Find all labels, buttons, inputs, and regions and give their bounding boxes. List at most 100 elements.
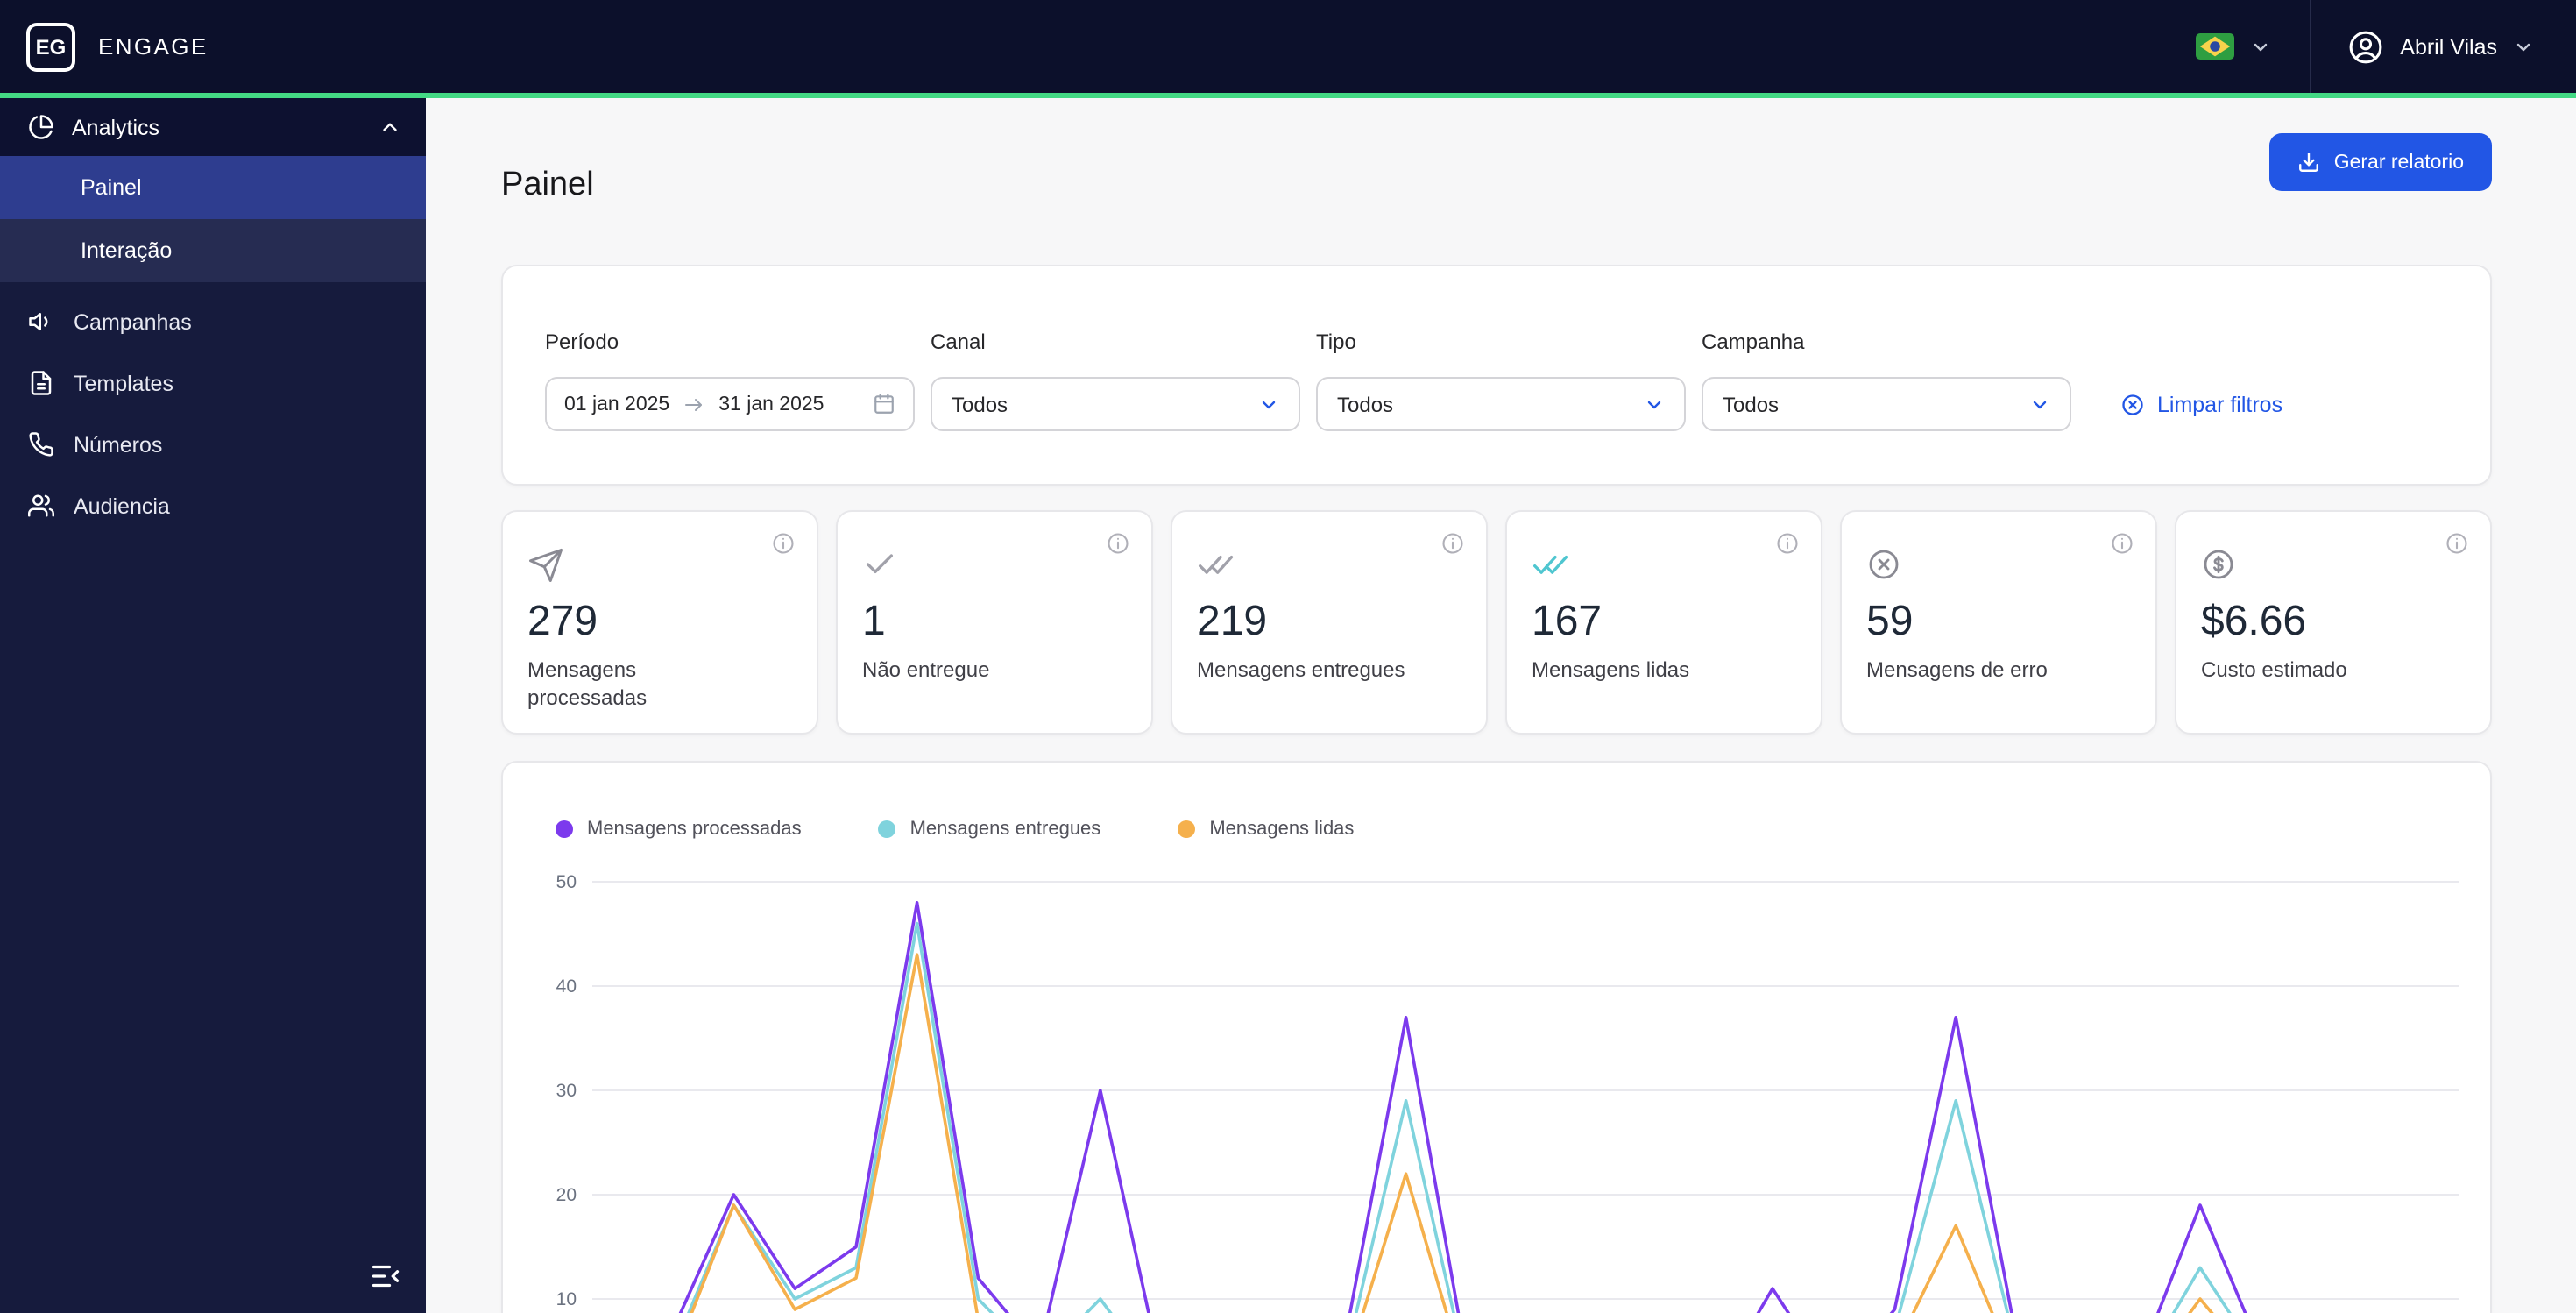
y-axis-tick: 20 (556, 1185, 577, 1205)
chevron-down-icon (1258, 394, 1279, 415)
stats-row: 279 Mensagens processadas 1 Não entregue (501, 510, 2492, 735)
megaphone-icon (28, 309, 54, 335)
stat-label: Mensagens de erro (1866, 657, 2048, 682)
arrow-right-icon (683, 395, 704, 413)
chevron-down-icon (2249, 36, 2270, 57)
stat-label: Não entregue (862, 657, 990, 682)
line-chart: 10 20 30 40 50 (556, 872, 2459, 1313)
y-axis-tick: 30 (556, 1081, 577, 1101)
download-icon (2297, 151, 2320, 174)
filter-label: Período (545, 330, 619, 354)
series-lidas (690, 953, 2214, 1313)
document-icon (28, 370, 54, 396)
sidebar-item-label: Interação (81, 238, 173, 263)
double-check-teal-icon (1532, 547, 1796, 586)
dollar-circle-icon (2201, 547, 2466, 586)
sidebar-item-painel[interactable]: Painel (0, 156, 426, 219)
legend-item-lidas[interactable]: Mensagens lidas (1178, 819, 1354, 840)
date-range-input[interactable]: 01 jan 2025 31 jan 2025 (545, 377, 915, 431)
page-title: Painel (501, 167, 594, 203)
filter-type: Tipo Todos (1316, 330, 1686, 431)
legend-label: Mensagens lidas (1209, 819, 1355, 840)
info-icon[interactable] (1440, 531, 1465, 556)
info-icon[interactable] (1106, 531, 1130, 556)
legend-item-processadas[interactable]: Mensagens processadas (556, 819, 802, 840)
stat-value: 219 (1197, 598, 1268, 645)
filters-card: Período 01 jan 2025 31 jan 2025 Canal To… (501, 265, 2492, 486)
info-icon[interactable] (2445, 531, 2469, 556)
chevron-down-icon (2513, 36, 2534, 57)
sidebar-item-campanhas[interactable]: Campanhas (0, 291, 426, 352)
legend-label: Mensagens entregues (909, 819, 1101, 840)
error-circle-icon (1866, 547, 2131, 586)
sidebar-item-analytics[interactable]: Analytics (0, 98, 426, 156)
sidebar-item-label: Campanhas (74, 309, 192, 334)
type-select[interactable]: Todos (1316, 377, 1686, 431)
stat-card-nao-entregue: 1 Não entregue (836, 510, 1153, 735)
double-check-icon (1197, 547, 1461, 586)
stat-value: 167 (1532, 598, 1603, 645)
legend-label: Mensagens processadas (587, 819, 802, 840)
series-processadas (678, 900, 2247, 1313)
y-axis-tick: 40 (556, 976, 577, 997)
info-icon[interactable] (2110, 531, 2134, 556)
sidebar-item-label: Audiencia (74, 493, 170, 518)
info-icon[interactable] (771, 531, 796, 556)
stat-label: Mensagens processadas (527, 657, 648, 711)
filter-campaign: Campanha Todos (1702, 330, 2071, 431)
filter-period: Período 01 jan 2025 31 jan 2025 (545, 330, 915, 431)
sidebar-item-label: Analytics (72, 115, 160, 139)
date-end: 31 jan 2025 (718, 394, 824, 415)
filter-label: Tipo (1316, 330, 1356, 354)
select-value: Todos (1723, 392, 1780, 416)
select-value: Todos (1337, 392, 1394, 416)
stat-label: Mensagens lidas (1532, 657, 1690, 682)
sidebar-collapse-icon[interactable] (370, 1260, 401, 1292)
stat-value: 59 (1866, 598, 1914, 645)
brazil-flag-icon (2195, 33, 2234, 60)
sidebar-item-templates[interactable]: Templates (0, 352, 426, 414)
stat-card-processadas: 279 Mensagens processadas (501, 510, 818, 735)
y-axis-tick: 10 (556, 1289, 577, 1309)
user-avatar-icon (2346, 27, 2384, 66)
info-icon[interactable] (1775, 531, 1800, 556)
stat-card-lidas: 167 Mensagens lidas (1505, 510, 1822, 735)
stat-label: Mensagens entregues (1197, 657, 1405, 682)
filter-channel: Canal Todos (931, 330, 1300, 431)
report-button-label: Gerar relatorio (2333, 152, 2464, 173)
check-icon (862, 547, 1127, 586)
sidebar-item-numeros[interactable]: Números (0, 414, 426, 475)
language-selector[interactable] (2156, 0, 2309, 93)
select-value: Todos (952, 392, 1008, 416)
channel-select[interactable]: Todos (931, 377, 1300, 431)
topbar-right: Abril Vilas (2156, 0, 2576, 93)
sidebar-item-audiencia[interactable]: Audiencia (0, 475, 426, 536)
stat-label: Custo estimado (2201, 657, 2347, 682)
sidebar-item-interacao[interactable]: Interação (0, 219, 426, 282)
filter-label: Campanha (1702, 330, 1805, 354)
filter-label: Canal (931, 330, 986, 354)
chevron-down-icon (1644, 394, 1665, 415)
stat-card-entregues: 219 Mensagens entregues (1171, 510, 1488, 735)
legend-item-entregues[interactable]: Mensagens entregues (878, 819, 1101, 840)
clear-filters-link[interactable]: Limpar filtros (2120, 377, 2282, 431)
chevron-down-icon (2029, 394, 2050, 415)
topbar: EG ENGAGE Abril Vilas (0, 0, 2576, 93)
calendar-icon (873, 393, 895, 415)
stat-value: $6.66 (2201, 598, 2307, 645)
send-icon (527, 547, 792, 586)
sidebar-item-label: Templates (74, 371, 173, 395)
user-menu[interactable]: Abril Vilas (2311, 0, 2576, 93)
page-header: Gerar relatorio Painel (501, 133, 2492, 205)
chart-legend: Mensagens processadas Mensagens entregues… (531, 819, 2462, 840)
user-name: Abril Vilas (2400, 34, 2497, 59)
sidebar-item-label: Números (74, 432, 163, 457)
campaign-select[interactable]: Todos (1702, 377, 2071, 431)
users-icon (28, 493, 54, 519)
phone-icon (28, 431, 54, 458)
clear-circle-icon (2120, 392, 2145, 416)
chevron-up-icon (379, 116, 401, 138)
stat-card-custo: $6.66 Custo estimado (2175, 510, 2492, 735)
generate-report-button[interactable]: Gerar relatorio (2268, 133, 2492, 191)
y-axis-tick: 50 (556, 872, 577, 892)
